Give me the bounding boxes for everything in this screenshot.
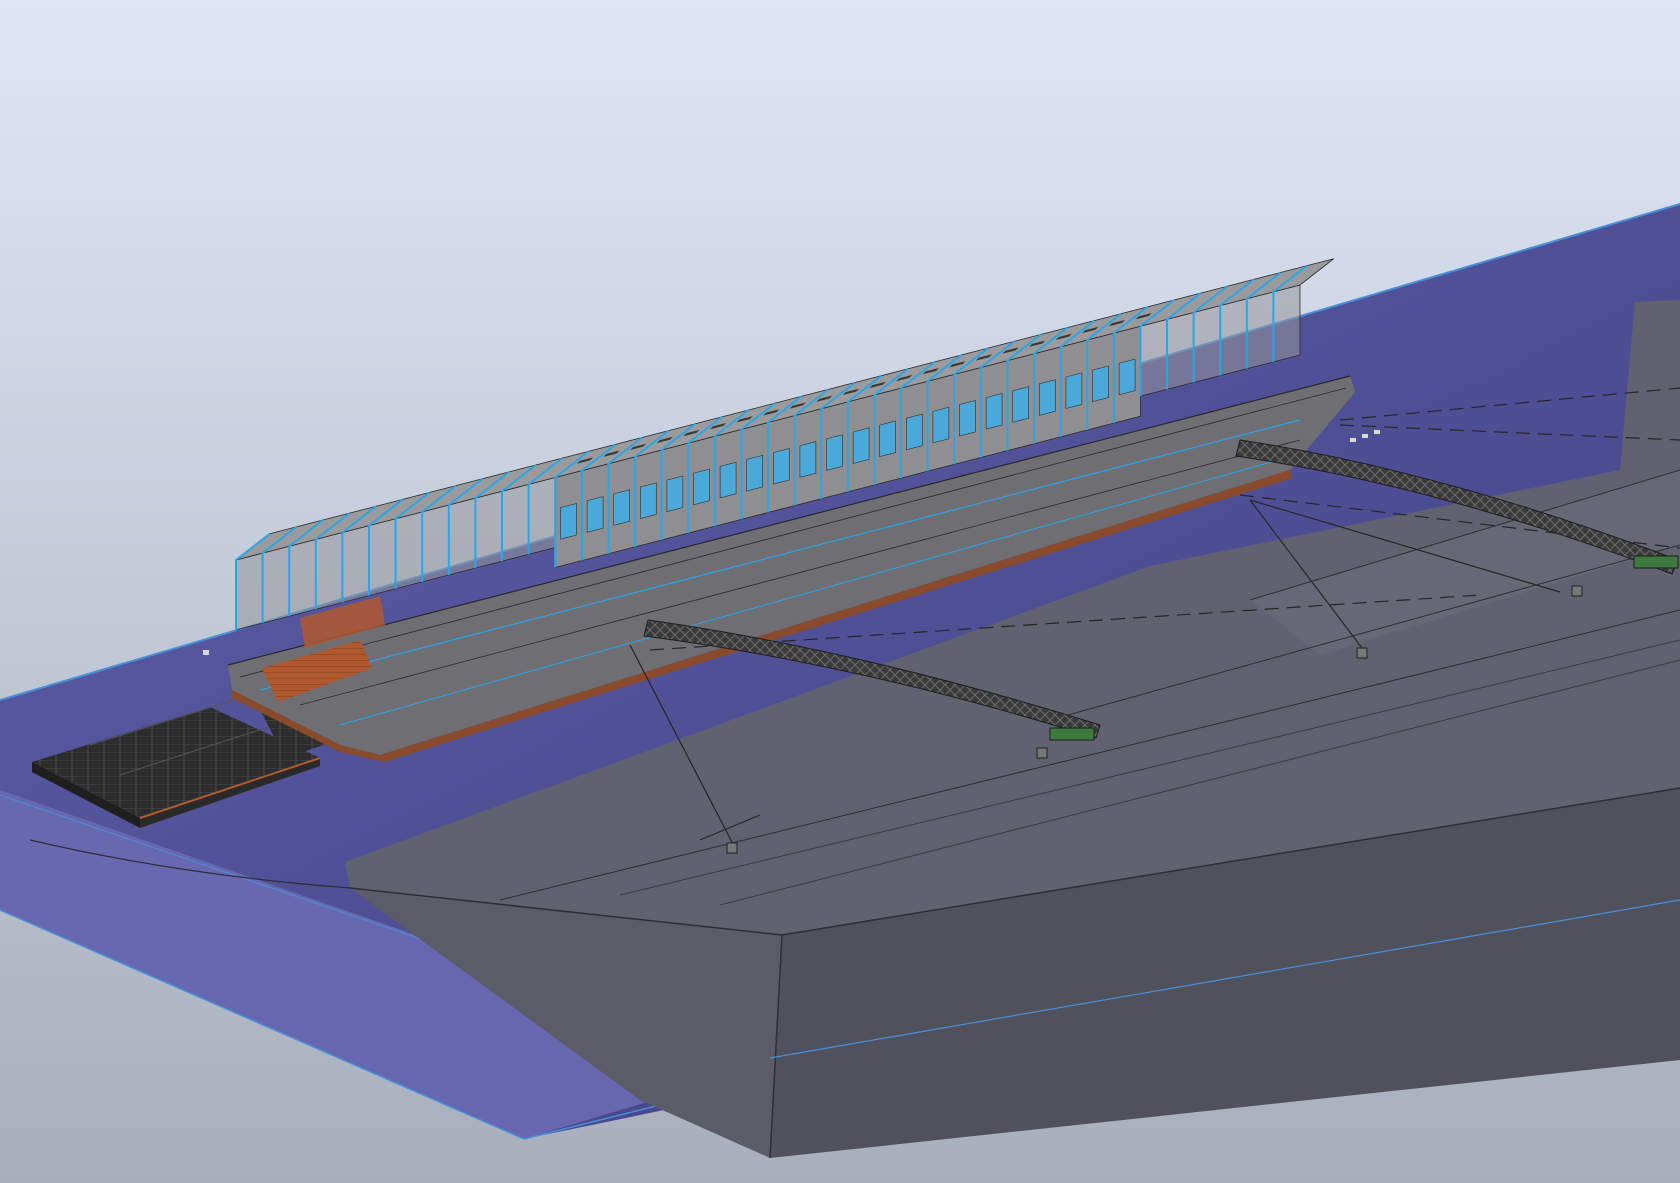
module-side[interactable] (1219, 298, 1248, 377)
hall-window (932, 406, 950, 444)
hall-window (693, 468, 710, 506)
module-side[interactable] (395, 511, 423, 590)
module-side[interactable] (368, 518, 397, 597)
module-side[interactable] (235, 552, 264, 631)
hall-window (1039, 379, 1056, 416)
module-side[interactable] (315, 531, 343, 610)
module-side[interactable] (421, 504, 450, 583)
hall-window (640, 482, 657, 519)
hall-window (666, 475, 684, 513)
hall-window (1118, 358, 1136, 396)
module-side[interactable] (262, 545, 290, 624)
module-side[interactable] (1166, 311, 1194, 390)
module-side[interactable] (341, 525, 370, 604)
module-side[interactable] (1193, 305, 1221, 384)
module-side[interactable] (448, 497, 476, 576)
hall-window (746, 454, 763, 492)
module-side[interactable] (1246, 291, 1274, 370)
module-side[interactable] (288, 538, 317, 617)
hall-window (1065, 372, 1083, 409)
hall-window (1092, 365, 1109, 403)
hall-window (586, 496, 604, 533)
hall-window (799, 441, 817, 478)
cad-viewport[interactable] (0, 0, 1680, 1183)
module-side[interactable] (1140, 318, 1168, 397)
module-side[interactable] (1273, 284, 1301, 363)
hall-window (852, 427, 870, 464)
hall-window (826, 434, 843, 471)
module-side[interactable] (474, 490, 503, 569)
hall-window (879, 420, 896, 458)
hall-window (613, 489, 630, 526)
hall-window (906, 413, 923, 451)
hall-window (1012, 386, 1029, 423)
module-side[interactable] (528, 476, 556, 555)
hall-window (959, 399, 976, 437)
hall-window (719, 461, 737, 499)
module-side[interactable] (501, 483, 529, 562)
hall-window (985, 393, 1003, 430)
model-scene[interactable] (0, 0, 1680, 1183)
hall-window (773, 448, 790, 485)
hall-window (560, 503, 577, 540)
